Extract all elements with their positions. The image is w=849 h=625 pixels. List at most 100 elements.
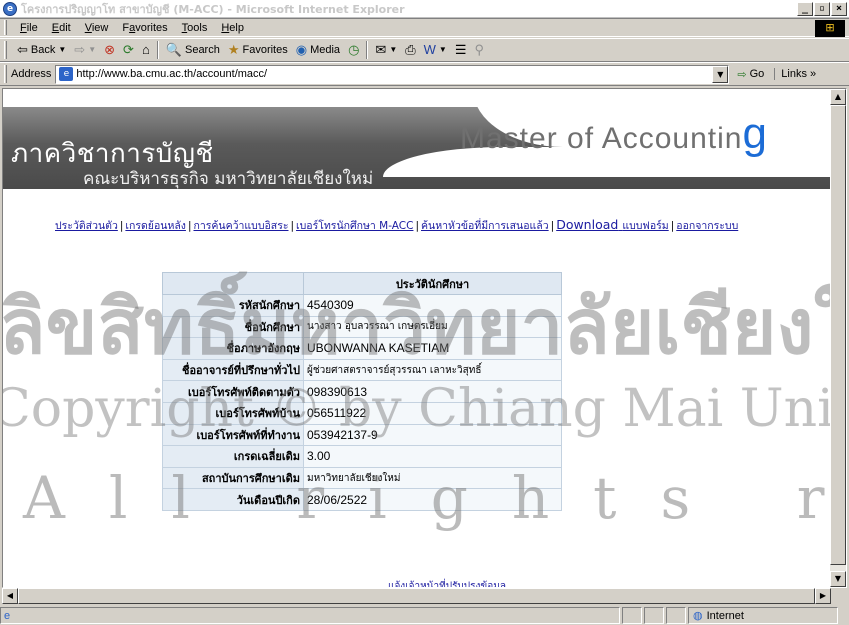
status-pane bbox=[622, 607, 642, 624]
standard-toolbar: ⇦ Back ▼ ⇨ ▼ ⊗ ⟳ ⌂ 🔍 Search ★ Favorites … bbox=[0, 38, 849, 62]
refresh-button[interactable]: ⟳ bbox=[119, 43, 138, 57]
dropdown-arrow-icon[interactable]: ▼ bbox=[439, 43, 447, 57]
menu-help[interactable]: Help bbox=[214, 22, 251, 34]
download-label: Download bbox=[556, 217, 619, 232]
horizontal-scroll-thumb[interactable] bbox=[18, 588, 815, 604]
program-title: Master of Accounting bbox=[460, 109, 768, 159]
links-toolbar[interactable]: Links » bbox=[774, 68, 816, 80]
table-row: เกรดเฉลี่ยเดิม 3.00 bbox=[162, 445, 562, 468]
nav-link-download[interactable]: Download แบบฟอร์ม bbox=[556, 217, 669, 232]
maximize-button[interactable]: ▫ bbox=[814, 2, 830, 16]
forward-arrow-icon: ⇨ bbox=[74, 42, 86, 57]
table-row: ชื่ออาจารย์ที่ปรึกษาทั่วไป ผู้ช่วยศาสตราจ… bbox=[162, 358, 562, 382]
page-icon: e bbox=[59, 67, 74, 81]
home-icon: ⌂ bbox=[141, 42, 150, 57]
nav-link-search-topics[interactable]: ค้นหาหัวข้อที่มีการเสนอแล้ว bbox=[421, 220, 549, 232]
profile-heading: ประวัตินักศึกษา bbox=[303, 272, 562, 295]
menu-favorites[interactable]: Favorites bbox=[115, 22, 174, 34]
menu-edit[interactable]: Edit bbox=[45, 22, 78, 34]
dropdown-arrow-icon[interactable]: ▼ bbox=[389, 43, 397, 57]
nav-link-grades[interactable]: เกรดย้อนหลัง bbox=[125, 220, 186, 232]
back-label: Back bbox=[30, 44, 56, 56]
horizontal-scrollbar[interactable]: ◀ ▶ bbox=[2, 588, 831, 604]
security-zone-pane[interactable]: ◍ Internet bbox=[688, 607, 838, 624]
field-label: เกรดเฉลี่ยเดิม bbox=[162, 445, 304, 468]
program-title-text: Master of Accountin bbox=[460, 122, 743, 155]
edit-button[interactable]: W ▼ bbox=[420, 43, 451, 57]
go-arrow-icon: ⇨ bbox=[737, 68, 747, 81]
go-button[interactable]: ⇨ Go bbox=[737, 68, 764, 81]
table-row: ชื่อภาษาอังกฤษ UBONWANNA KASETIAM bbox=[162, 337, 562, 360]
status-pane bbox=[666, 607, 686, 624]
field-label: เบอร์โทรศัพท์ติดตามตัว bbox=[162, 380, 304, 403]
home-button[interactable]: ⌂ bbox=[138, 43, 154, 57]
search-label: Search bbox=[184, 44, 220, 56]
print-button[interactable]: ⎙ bbox=[401, 43, 419, 57]
stop-icon: ⊗ bbox=[104, 42, 116, 57]
page-done-icon: e bbox=[4, 609, 11, 622]
table-row: ชื่อนักศึกษา นางสาว อุบลวรรณา เกษตรเอี่ยม bbox=[162, 315, 562, 339]
nav-link-profile[interactable]: ประวัติส่วนตัว bbox=[55, 220, 118, 232]
report-update-link[interactable]: แจ้งเจ้าหน้าที่ปรับปรุงข้อมูล bbox=[388, 579, 506, 587]
toolbar-grip[interactable] bbox=[4, 41, 7, 59]
main-nav: ประวัติส่วนตัว | เกรดย้อนหลัง | การค้นคว้าแบ… bbox=[55, 217, 738, 234]
address-grip[interactable] bbox=[4, 65, 7, 83]
dropdown-arrow-icon[interactable]: ▼ bbox=[58, 43, 66, 57]
mail-icon: ✉ bbox=[375, 42, 387, 57]
nav-link-phone-directory[interactable]: เบอร์โทรนักศึกษา M-ACC bbox=[296, 220, 413, 232]
back-arrow-icon: ⇦ bbox=[17, 42, 28, 57]
media-button[interactable]: ◉ Media bbox=[292, 43, 344, 57]
favorites-button[interactable]: ★ Favorites bbox=[224, 43, 292, 57]
scroll-down-button[interactable]: ▼ bbox=[830, 571, 846, 587]
nav-separator: | bbox=[415, 220, 419, 232]
history-button[interactable]: ◷ bbox=[344, 43, 363, 57]
field-value: 098390613 bbox=[303, 380, 562, 403]
messenger-button[interactable]: ⚲ bbox=[471, 43, 489, 57]
dropdown-arrow-icon[interactable]: ▼ bbox=[88, 43, 96, 57]
back-button[interactable]: ⇦ Back ▼ bbox=[13, 43, 70, 57]
table-row: เบอร์โทรศัพท์บ้าน 056511922 bbox=[162, 401, 562, 425]
word-edit-icon: W bbox=[423, 42, 436, 57]
refresh-icon: ⟳ bbox=[123, 42, 134, 57]
print-icon: ⎙ bbox=[405, 42, 416, 57]
stop-button[interactable]: ⊗ bbox=[100, 43, 119, 57]
page-viewport: ภาควิชาการบัญชี คณะบริหารธุรกิจ มหาวิทยา… bbox=[2, 88, 847, 588]
messenger-icon: ⚲ bbox=[474, 42, 485, 57]
scroll-right-button[interactable]: ▶ bbox=[815, 588, 831, 604]
mail-button[interactable]: ✉ ▼ bbox=[371, 43, 401, 57]
page-banner: ภาควิชาการบัญชี คณะบริหารธุรกิจ มหาวิทยา… bbox=[3, 89, 832, 197]
search-button[interactable]: 🔍 Search bbox=[162, 43, 224, 57]
status-bar: e ◍ Internet bbox=[0, 606, 849, 625]
forward-button[interactable]: ⇨ ▼ bbox=[70, 43, 100, 57]
download-suffix: แบบฟอร์ม bbox=[622, 220, 669, 232]
menu-grip[interactable] bbox=[4, 20, 7, 35]
vertical-scrollbar[interactable]: ▲ ▼ bbox=[830, 89, 846, 587]
minimize-button[interactable]: _ bbox=[797, 2, 813, 16]
nav-link-independent-study[interactable]: การค้นคว้าแบบอิสระ bbox=[193, 220, 288, 232]
scroll-left-button[interactable]: ◀ bbox=[2, 588, 18, 604]
links-label: Links bbox=[781, 68, 807, 80]
toolbar-separator bbox=[156, 41, 159, 59]
menu-tools[interactable]: Tools bbox=[175, 22, 215, 34]
ie-icon[interactable]: e bbox=[3, 1, 17, 16]
field-value: 3.00 bbox=[303, 445, 562, 468]
field-label: ชื่อนักศึกษา bbox=[162, 315, 304, 339]
field-label: ชื่อภาษาอังกฤษ bbox=[162, 337, 304, 360]
field-value: 28/06/2522 bbox=[303, 488, 562, 511]
nav-link-logout[interactable]: ออกจากระบบ bbox=[676, 220, 738, 232]
field-value: 4540309 bbox=[303, 294, 562, 317]
scroll-up-button[interactable]: ▲ bbox=[830, 89, 846, 105]
vertical-scroll-thumb[interactable] bbox=[830, 105, 846, 565]
discuss-button[interactable]: ☰ bbox=[451, 43, 471, 57]
nav-separator: | bbox=[290, 220, 295, 232]
address-url[interactable]: http://www.ba.cmu.ac.th/account/macc/ bbox=[76, 68, 267, 80]
menu-view[interactable]: View bbox=[78, 22, 116, 34]
address-dropdown-button[interactable]: ▼ bbox=[712, 65, 729, 83]
field-value: นางสาว อุบลวรรณา เกษตรเอี่ยม bbox=[303, 315, 562, 339]
menu-file[interactable]: File bbox=[13, 22, 45, 34]
close-button[interactable]: × bbox=[831, 2, 847, 16]
favorites-label: Favorites bbox=[242, 44, 288, 56]
windows-logo-icon: ⊞ bbox=[815, 20, 845, 37]
table-row: เบอร์โทรศัพท์ติดตามตัว 098390613 bbox=[162, 380, 562, 403]
address-input[interactable]: e http://www.ba.cmu.ac.th/account/macc/ … bbox=[55, 64, 730, 84]
